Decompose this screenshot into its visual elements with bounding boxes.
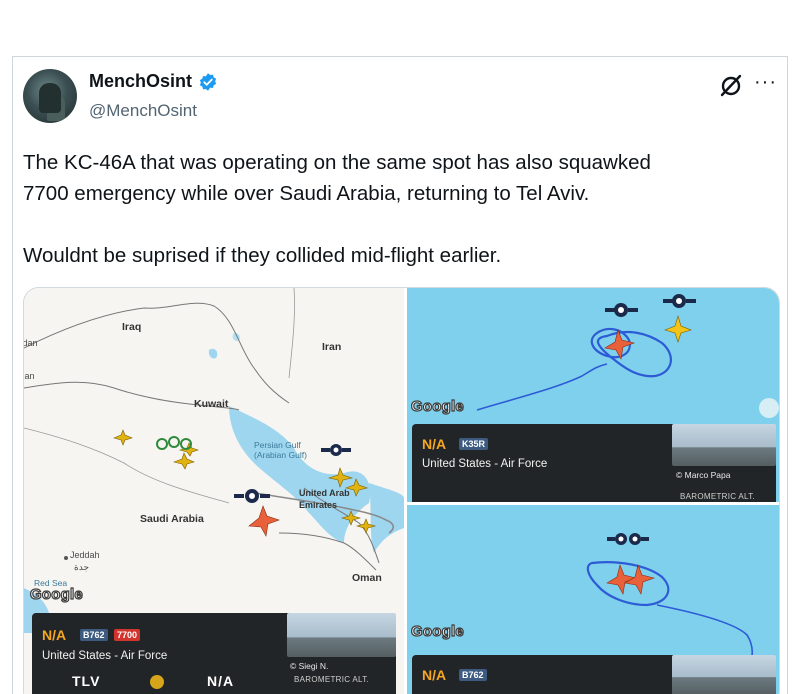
label-kuwait: Kuwait (194, 398, 229, 410)
label-iran: Iran (322, 341, 342, 353)
grok-icon[interactable] (719, 73, 743, 97)
map-image-left[interactable]: Iraq Iran Jordan Oman Kuwait Persian Gul… (24, 288, 404, 694)
destination-code: N/A (207, 673, 235, 689)
map-image-right-bottom[interactable]: Google N/A B762 (407, 505, 779, 694)
label-oman: Oman (352, 572, 382, 584)
label-saudi-arabia: Saudi Arabia (140, 513, 204, 525)
author-display-name[interactable]: MenchOsint (89, 71, 192, 92)
flight-code: N/A (42, 627, 67, 643)
author-handle[interactable]: @MenchOsint (89, 101, 197, 121)
operator-text: United States - Air Force (42, 650, 168, 662)
route-plane-icon (150, 675, 164, 689)
aircraft-type-badge: K35R (459, 438, 489, 450)
google-logo: Google (410, 397, 464, 415)
label-persian-gulf: Persian Gulf (Arabian Gulf) (254, 440, 307, 460)
aircraft-photo (672, 655, 776, 694)
photo-credit: © Marco Papa (676, 470, 731, 480)
altitude-label: BAROMETRIC ALT. (680, 492, 756, 501)
google-logo: Google (410, 622, 464, 640)
label-iraq: Iraq (122, 321, 142, 333)
flight-info-card-right-top[interactable]: N/A K35R United States - Air Force © Mar… (412, 424, 776, 502)
flight-code: N/A (422, 667, 447, 683)
flight-code: N/A (422, 436, 447, 452)
label-jeddah-ar: جدة (74, 562, 90, 572)
origin-code: TLV (72, 673, 101, 689)
avatar[interactable] (23, 69, 77, 123)
tweet-text: The KC-46A that was operating on the sam… (23, 151, 651, 267)
label-oman-cut: Oman (24, 371, 35, 381)
tweet-media-grid[interactable]: Iraq Iran Jordan Oman Kuwait Persian Gul… (23, 287, 780, 694)
aircraft-type-badge: B762 (459, 669, 487, 681)
avatar-figure (39, 83, 61, 113)
verified-badge-icon (199, 72, 217, 91)
photo-credit: © Siegi N. (290, 661, 329, 671)
flight-info-card-right-bottom[interactable]: N/A B762 (412, 655, 776, 694)
aircraft-photo (287, 613, 396, 657)
label-jeddah: Jeddah (70, 550, 100, 560)
altitude-label: BAROMETRIC ALT. (294, 675, 370, 684)
label-uae: United Arab Emirates (299, 488, 350, 510)
google-logo: Google (29, 585, 83, 603)
aircraft-type-badge: B762 (80, 629, 108, 641)
more-options-icon[interactable]: ··· (754, 71, 777, 94)
map-image-right-top[interactable]: Google N/A K35R United States - Air Forc… (407, 288, 779, 502)
aircraft-photo (672, 424, 776, 466)
label-jordan-cut: Jordan (24, 338, 38, 348)
operator-text: United States - Air Force (422, 458, 548, 470)
author-name-row: MenchOsint (89, 71, 218, 92)
flight-info-card-left[interactable]: N/A B762 7700 United States - Air Force … (32, 613, 396, 694)
squawk-badge: 7700 (114, 629, 141, 641)
tweet-card: MenchOsint @MenchOsint ··· The KC-46A th… (12, 56, 788, 694)
